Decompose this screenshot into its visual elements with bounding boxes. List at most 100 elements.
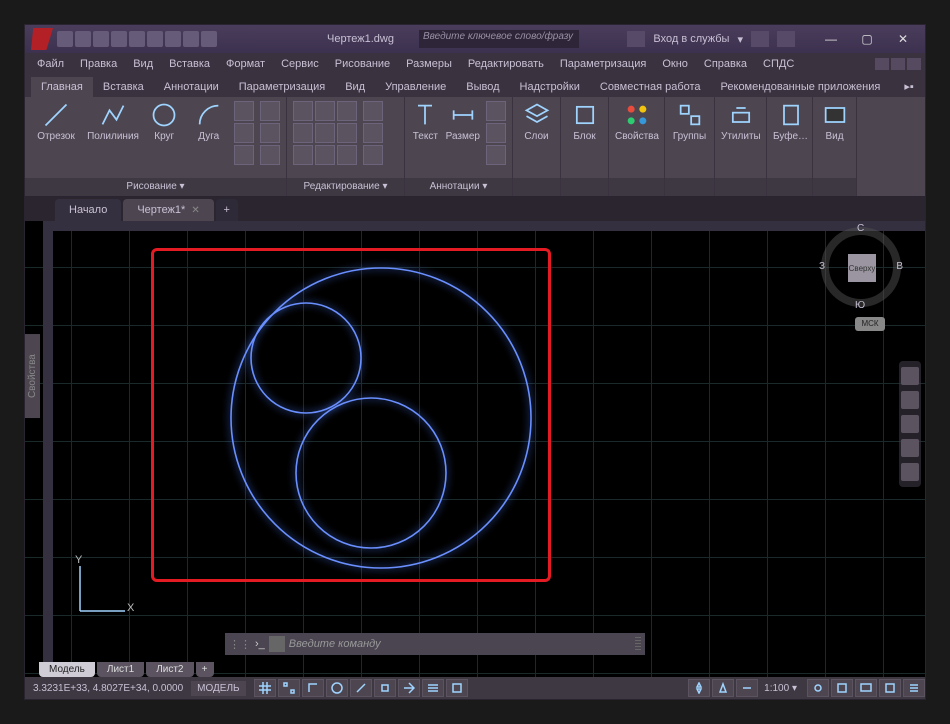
properties-palette-label[interactable]: Свойства xyxy=(25,334,40,418)
qat-web-icon[interactable] xyxy=(129,31,145,47)
panel-draw-title[interactable]: Рисование ▾ xyxy=(25,178,286,196)
user-icon[interactable] xyxy=(627,31,645,47)
dimension-button[interactable]: Размер xyxy=(446,101,480,142)
layout-tab-add[interactable]: + xyxy=(196,662,214,677)
status-lineweight-icon[interactable] xyxy=(422,679,444,697)
qat-save-icon[interactable] xyxy=(93,31,109,47)
menu-insert[interactable]: Вставка xyxy=(161,55,218,73)
doc-close-icon[interactable] xyxy=(907,58,921,70)
fillet-icon[interactable] xyxy=(337,123,357,143)
mirror-icon[interactable] xyxy=(315,123,335,143)
viewcube-north[interactable]: С xyxy=(857,223,864,234)
block-button[interactable]: Блок xyxy=(567,101,602,142)
rotate-icon[interactable] xyxy=(315,101,335,121)
app-menu-icon[interactable] xyxy=(31,28,53,50)
tab-start[interactable]: Начало xyxy=(55,199,121,221)
scale-icon[interactable] xyxy=(315,145,335,165)
tab-new-icon[interactable]: + xyxy=(216,199,238,221)
menu-spds[interactable]: СПДС xyxy=(755,55,802,73)
menu-help[interactable]: Справка xyxy=(696,55,755,73)
tab-parametric[interactable]: Параметризация xyxy=(229,77,335,97)
status-polar-icon[interactable] xyxy=(326,679,348,697)
tab-close-icon[interactable]: ✕ xyxy=(191,205,199,216)
modify-icon-a[interactable] xyxy=(363,101,383,121)
qat-saveas-icon[interactable] xyxy=(111,31,127,47)
cmd-handle-icon[interactable]: ⋮⋮ xyxy=(229,638,251,651)
status-cleanscreen-icon[interactable] xyxy=(879,679,901,697)
viewcube-south[interactable]: Ю xyxy=(855,300,865,311)
modify-icon-b[interactable] xyxy=(363,123,383,143)
menu-edit[interactable]: Правка xyxy=(72,55,125,73)
tab-view[interactable]: Вид xyxy=(335,77,375,97)
qat-undo-icon[interactable] xyxy=(165,31,181,47)
tab-manage[interactable]: Управление xyxy=(375,77,456,97)
move-icon[interactable] xyxy=(293,101,313,121)
help-icon[interactable] xyxy=(777,31,795,47)
status-ortho-icon[interactable] xyxy=(302,679,324,697)
draw-mini-3[interactable] xyxy=(234,145,254,165)
status-transparency-icon[interactable] xyxy=(446,679,468,697)
minimize-button[interactable]: — xyxy=(813,25,849,53)
close-button[interactable]: ✕ xyxy=(885,25,921,53)
command-line[interactable]: ⋮⋮ ›_ Введите команду xyxy=(225,633,645,655)
status-scale[interactable]: 1:100 ▾ xyxy=(758,683,803,694)
clipboard-button[interactable]: Буфе… xyxy=(773,101,808,142)
status-autoscale-icon[interactable] xyxy=(736,679,758,697)
qat-plot-icon[interactable] xyxy=(147,31,163,47)
tab-addins[interactable]: Надстройки xyxy=(510,77,590,97)
text-button[interactable]: Текст xyxy=(411,101,440,142)
tab-insert[interactable]: Вставка xyxy=(93,77,154,97)
modify-icon-c[interactable] xyxy=(363,145,383,165)
status-gear-icon[interactable] xyxy=(807,679,829,697)
qat-dropdown-icon[interactable] xyxy=(201,31,217,47)
status-model-button[interactable]: МОДЕЛЬ xyxy=(191,681,245,696)
draw-mini-2[interactable] xyxy=(234,123,254,143)
utilities-button[interactable]: Утилиты xyxy=(721,101,761,142)
copy-icon[interactable] xyxy=(293,123,313,143)
menu-window[interactable]: Окно xyxy=(654,55,696,73)
tab-drawing1[interactable]: Чертеж1*✕ xyxy=(123,199,213,221)
panel-annotation-title[interactable]: Аннотации ▾ xyxy=(405,178,512,196)
status-snap-icon[interactable] xyxy=(278,679,300,697)
menu-file[interactable]: Файл xyxy=(29,55,72,73)
trim-icon[interactable] xyxy=(337,101,357,121)
line-button[interactable]: Отрезок xyxy=(31,101,81,142)
array-icon[interactable] xyxy=(337,145,357,165)
draw-mini-5[interactable] xyxy=(260,123,280,143)
circle-button[interactable]: Круг xyxy=(145,101,184,142)
layers-button[interactable]: Слои xyxy=(519,101,554,142)
properties-palette-bar[interactable] xyxy=(43,221,53,699)
view-button[interactable]: Вид xyxy=(819,101,850,142)
menu-draw[interactable]: Рисование xyxy=(327,55,398,73)
qat-new-icon[interactable] xyxy=(57,31,73,47)
nav-orbit-icon[interactable] xyxy=(901,439,919,457)
qat-open-icon[interactable] xyxy=(75,31,91,47)
layout-tab-model[interactable]: Модель xyxy=(39,662,95,677)
anno-mini-3[interactable] xyxy=(486,145,506,165)
viewcube-west[interactable]: З xyxy=(819,261,825,272)
viewcube-east[interactable]: В xyxy=(896,261,903,272)
status-monitor-icon[interactable] xyxy=(855,679,877,697)
doc-restore-icon[interactable] xyxy=(891,58,905,70)
tab-home[interactable]: Главная xyxy=(31,77,93,97)
status-customize-icon[interactable] xyxy=(903,679,925,697)
layout-tab-1[interactable]: Лист1 xyxy=(97,662,144,677)
status-annoscale-icon[interactable] xyxy=(688,679,710,697)
viewcube[interactable]: Сверху С Ю З В xyxy=(821,227,901,307)
status-workspace-icon[interactable] xyxy=(831,679,853,697)
nav-pan-icon[interactable] xyxy=(901,391,919,409)
drawing-area[interactable]: Свойства Сверху С Ю З В МСК Y xyxy=(25,221,925,699)
stretch-icon[interactable] xyxy=(293,145,313,165)
menu-tools[interactable]: Сервис xyxy=(273,55,327,73)
tab-annotate[interactable]: Аннотации xyxy=(154,77,229,97)
anno-mini-1[interactable] xyxy=(486,101,506,121)
tab-expand-icon[interactable]: ▸▪ xyxy=(894,76,923,97)
menu-modify[interactable]: Редактировать xyxy=(460,55,552,73)
panel-modify-title[interactable]: Редактирование ▾ xyxy=(287,178,404,196)
menu-dimension[interactable]: Размеры xyxy=(398,55,460,73)
nav-showmotion-icon[interactable] xyxy=(901,463,919,481)
polyline-button[interactable]: Полилиния xyxy=(87,101,139,142)
menu-format[interactable]: Формат xyxy=(218,55,273,73)
search-input[interactable]: Введите ключевое слово/фразу xyxy=(419,30,579,48)
status-otrack-icon[interactable] xyxy=(398,679,420,697)
